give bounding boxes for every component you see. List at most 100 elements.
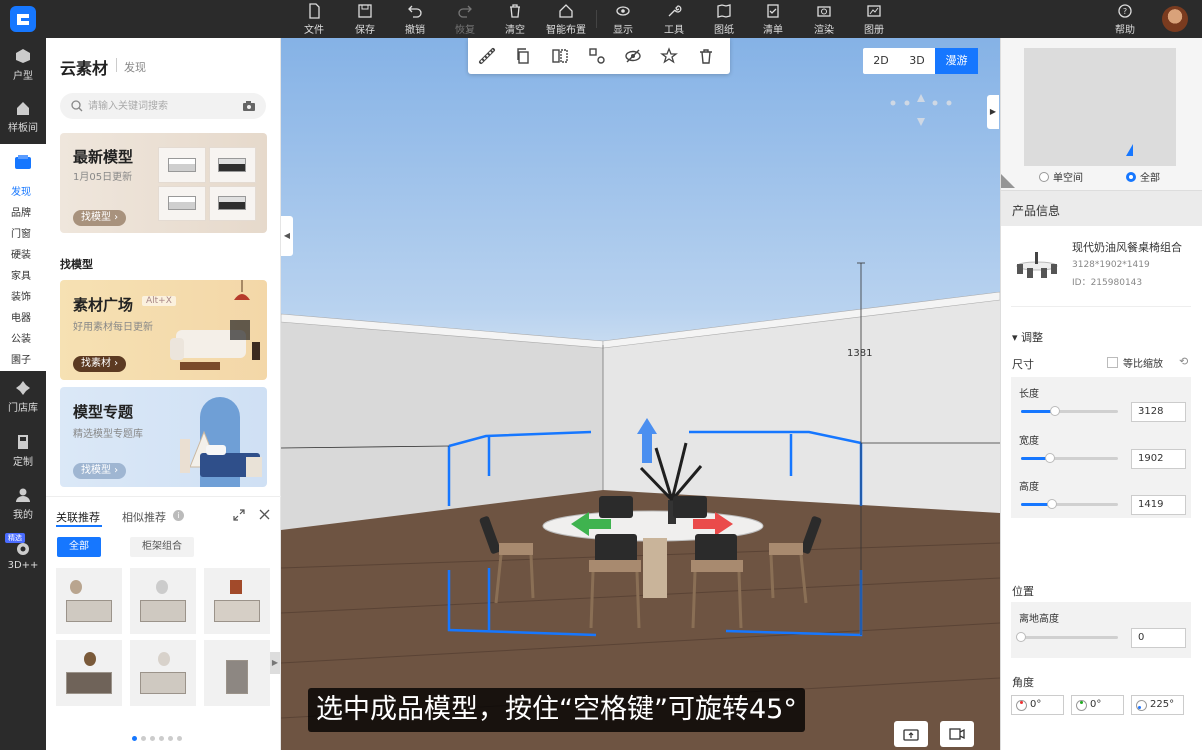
view-3d-button[interactable]: 3D xyxy=(899,48,935,74)
elevation-slider[interactable] xyxy=(1016,632,1118,642)
toolbar-checklist-button[interactable]: 清单 xyxy=(763,0,783,38)
hide-icon[interactable] xyxy=(624,47,642,65)
list-item[interactable] xyxy=(56,568,122,634)
pagination-dot[interactable] xyxy=(141,736,146,741)
nav-subitem-brand[interactable]: 品牌 xyxy=(11,204,31,219)
tab-related[interactable]: 关联推荐 xyxy=(56,509,100,525)
view-walkthrough-button[interactable]: 漫游 xyxy=(935,48,978,74)
list-item[interactable] xyxy=(204,640,270,706)
list-item[interactable] xyxy=(204,568,270,634)
app-logo-icon[interactable] xyxy=(8,4,38,34)
toolbar-help-button[interactable]: ? 帮助 xyxy=(1115,0,1135,38)
width-slider[interactable] xyxy=(1021,453,1118,463)
collapse-right-panel-handle[interactable]: ▶ xyxy=(987,95,999,129)
find-model-button[interactable]: 找模型 › xyxy=(73,210,127,226)
toolbar-clear-button[interactable]: 清空 xyxy=(505,0,525,38)
nav-subitem-commercial[interactable]: 公装 xyxy=(11,330,31,345)
toolbar-divider xyxy=(596,10,597,28)
ruler-icon[interactable] xyxy=(478,47,496,65)
toolbar-display-button[interactable]: 显示 xyxy=(613,0,633,38)
group-icon[interactable] xyxy=(588,47,606,65)
screenshot-button[interactable] xyxy=(894,721,928,747)
toolbar-tools-button[interactable]: 工具 xyxy=(664,0,684,38)
view-2d-button[interactable]: 2D xyxy=(863,48,899,74)
3d-viewport[interactable]: 2D 3D 漫游 1381 选中成品模型，按住“空格键”可旋转45° xyxy=(281,38,1000,750)
collapse-panel-handle[interactable]: ◀ xyxy=(281,216,293,256)
close-icon[interactable] xyxy=(259,509,270,520)
length-input[interactable]: 3128 xyxy=(1131,402,1186,422)
nav-item-sample-room[interactable]: 样板间 xyxy=(0,100,46,134)
chip-all[interactable]: 全部 xyxy=(57,537,101,557)
nav-item-floorplan[interactable]: 户型 xyxy=(0,48,46,82)
height-slider[interactable] xyxy=(1021,499,1118,509)
toolbar-label: 撤销 xyxy=(405,24,425,36)
star-icon[interactable] xyxy=(660,47,678,65)
nav-item-discover[interactable]: 发现 xyxy=(11,183,31,198)
toolbar-smart-layout-button[interactable]: 智能布置 xyxy=(546,0,586,38)
length-slider[interactable] xyxy=(1021,406,1118,416)
avatar[interactable] xyxy=(1162,6,1188,32)
chevron-right-icon[interactable]: ▶ xyxy=(270,652,280,674)
dimensions-group: 长度 3128 宽度 1902 高度 1419 xyxy=(1011,377,1191,518)
angle-y-input[interactable]: 0° xyxy=(1071,695,1124,715)
nav-subitem-furniture[interactable]: 家具 xyxy=(11,267,31,282)
height-input[interactable]: 1419 xyxy=(1131,495,1186,515)
tab-similar[interactable]: 相似推荐 xyxy=(122,509,166,525)
chip-cabinet-combo[interactable]: 柜架组合 xyxy=(130,537,194,557)
info-icon[interactable]: i xyxy=(173,510,184,521)
toolbar-file-button[interactable]: 文件 xyxy=(304,0,324,38)
toolbar-redo-button[interactable]: 恢复 xyxy=(455,0,475,38)
card-title: 素材广场 xyxy=(73,296,134,314)
toolbar-undo-button[interactable]: 撤销 xyxy=(405,0,425,38)
list-item[interactable] xyxy=(130,640,196,706)
nav-subitem-doors-windows[interactable]: 门窗 xyxy=(11,225,31,240)
width-label: 宽度 xyxy=(1019,436,1039,447)
card-model-topics[interactable]: 模型专题 精选模型专题库 找模型 › xyxy=(60,387,267,487)
camera-view-button[interactable] xyxy=(940,721,974,747)
card-material-square[interactable]: 素材广场 Alt+X 好用素材每日更新 找素材 › xyxy=(60,280,267,380)
pagination-dot[interactable] xyxy=(132,736,137,741)
nav-subitem-appliance[interactable]: 电器 xyxy=(11,309,31,324)
elevation-input[interactable]: 0 xyxy=(1131,628,1186,648)
pagination-dot[interactable] xyxy=(177,736,182,741)
radio-all[interactable]: 全部 xyxy=(1126,169,1160,184)
list-item[interactable] xyxy=(130,568,196,634)
card-title: 模型专题 xyxy=(73,403,134,421)
image-search-icon[interactable] xyxy=(242,99,256,113)
toolbar-album-button[interactable]: 图册 xyxy=(864,0,884,38)
nav-item-store[interactable]: 门店库 xyxy=(0,380,46,414)
toolbar-save-button[interactable]: 保存 xyxy=(355,0,375,38)
list-item[interactable] xyxy=(56,640,122,706)
angle-z-input[interactable]: 225° xyxy=(1131,695,1184,715)
find-model-button[interactable]: 找模型 › xyxy=(73,463,127,479)
expand-icon[interactable] xyxy=(233,509,245,521)
card-newest-models[interactable]: 最新模型 1月05日更新 找模型 › xyxy=(60,133,267,233)
angle-x-input[interactable]: 0° xyxy=(1011,695,1064,715)
nav-subitem-hard-decor[interactable]: 硬装 xyxy=(11,246,31,261)
adjust-section-toggle[interactable]: ▾ 调整 xyxy=(1012,329,1043,345)
trash-icon[interactable] xyxy=(697,47,715,65)
pagination-dot[interactable] xyxy=(168,736,173,741)
nav-subitem-garden[interactable]: 園子 xyxy=(11,351,31,366)
pagination-dot[interactable] xyxy=(150,736,155,741)
mirror-icon[interactable] xyxy=(551,47,569,65)
nav-item-custom[interactable]: 定制 xyxy=(0,434,46,468)
resize-handle[interactable] xyxy=(1001,174,1015,188)
bed-thumbnails xyxy=(158,147,256,221)
pagination-dot[interactable] xyxy=(159,736,164,741)
copy-icon[interactable] xyxy=(514,47,532,65)
search-input[interactable] xyxy=(88,97,228,115)
minimap[interactable] xyxy=(1024,48,1176,166)
width-input[interactable]: 1902 xyxy=(1131,449,1186,469)
nav-subitem-decoration[interactable]: 装饰 xyxy=(11,288,31,303)
reset-icon[interactable]: ⟲ xyxy=(1179,355,1188,368)
radio-single-space[interactable]: 单空间 xyxy=(1039,169,1083,184)
proportional-scale-checkbox[interactable]: 等比缩放 xyxy=(1107,355,1163,370)
tutorial-caption: 选中成品模型，按住“空格键”可旋转45° xyxy=(308,688,805,732)
product-info-header: 产品信息 xyxy=(1001,190,1202,226)
toolbar-drawing-button[interactable]: 图纸 xyxy=(714,0,734,38)
nav-item-mine[interactable]: 我的 xyxy=(0,487,46,521)
find-material-button[interactable]: 找素材 › xyxy=(73,356,127,372)
nav-item-3dplus[interactable]: 3D++ xyxy=(0,541,46,571)
toolbar-render-button[interactable]: 渲染 xyxy=(814,0,834,38)
